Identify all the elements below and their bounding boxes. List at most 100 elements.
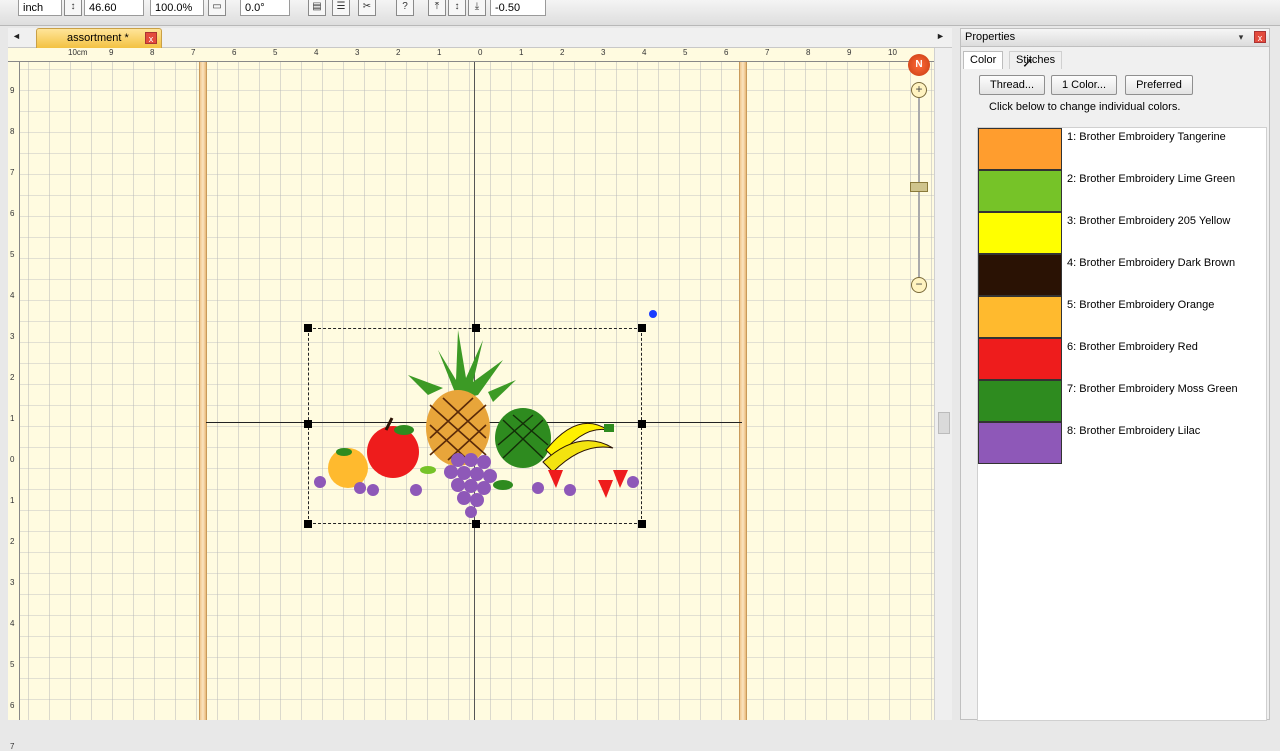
resize-handle-t[interactable] [472, 324, 480, 332]
ruler-tick-label: 8 [806, 48, 811, 57]
scrollbar-thumb[interactable] [938, 412, 950, 434]
zoom-field[interactable]: 100.0% [150, 0, 204, 16]
resize-handle-b[interactable] [472, 520, 480, 528]
ruler-tick-label: 3 [10, 332, 15, 341]
color-hint-text: Click below to change individual colors. [989, 101, 1181, 113]
tab-scroll-left-icon[interactable]: ◄ [12, 31, 21, 41]
ruler-tick-label: 9 [10, 86, 15, 95]
tab-color[interactable]: Color [963, 51, 1004, 69]
zoom-slider-thumb[interactable] [910, 182, 928, 192]
resize-handle-bl[interactable] [304, 520, 312, 528]
color-label: 7: Brother Embroidery Moss Green [1067, 383, 1238, 395]
color-row[interactable]: 4: Brother Embroidery Dark Brown [978, 254, 1258, 296]
ruler-tick-label: 6 [724, 48, 729, 57]
ruler-tick-label: 1 [519, 48, 524, 57]
toolbar: inch ↕ 46.60 100.0% ▭ 0.0° ▤ ☰ ✂ ? ⤒ ↕ ⤓… [0, 0, 1280, 26]
properties-title: Properties [965, 31, 1016, 43]
color-row[interactable]: 3: Brother Embroidery 205 Yellow [978, 212, 1258, 254]
color-swatch[interactable] [978, 128, 1062, 170]
resize-handle-r[interactable] [638, 420, 646, 428]
link-icon[interactable]: ↕ [64, 0, 82, 16]
align-list-icon[interactable]: ☰ [332, 0, 350, 16]
color-list: 1: Brother Embroidery Tangerine 2: Brothe… [977, 127, 1267, 721]
color-label: 8: Brother Embroidery Lilac [1067, 425, 1201, 437]
mouse-cursor-icon: ➚ [1022, 54, 1034, 70]
color-label: 2: Brother Embroidery Lime Green [1067, 173, 1236, 185]
color-row[interactable]: 5: Brother Embroidery Orange [978, 296, 1258, 338]
color-swatch[interactable] [978, 296, 1062, 338]
width-field[interactable]: 46.60 [84, 0, 144, 16]
selection-frame[interactable] [308, 328, 642, 524]
ruler-tick-label: 5 [10, 660, 15, 669]
color-swatch[interactable] [978, 170, 1062, 212]
ruler-tick-label: 9 [847, 48, 852, 57]
ruler-tick-label: 6 [10, 209, 15, 218]
thread-button[interactable]: Thread... [979, 75, 1045, 95]
ruler-tick-label: 1 [10, 496, 15, 505]
color-swatch[interactable] [978, 254, 1062, 296]
stitch-icon[interactable]: ✂ [358, 0, 376, 16]
ruler-tick-label: 3 [355, 48, 360, 57]
close-icon[interactable]: x [145, 32, 157, 44]
north-compass-icon[interactable]: N [908, 54, 930, 76]
color-row[interactable]: 8: Brother Embroidery Lilac [978, 422, 1258, 464]
align-top-icon[interactable]: ⤒ [428, 0, 446, 16]
layout-icon[interactable]: ▤ [308, 0, 326, 16]
close-icon[interactable]: x [1254, 31, 1266, 43]
ruler-tick-label: 4 [642, 48, 647, 57]
offset-field[interactable]: -0.50 [490, 0, 546, 16]
tab-stitches[interactable]: Stitches [1009, 51, 1063, 69]
ruler-tick-label: 7 [765, 48, 770, 57]
preferred-button[interactable]: Preferred [1125, 75, 1193, 95]
align-middle-icon[interactable]: ↕ [448, 0, 466, 16]
ruler-tick-label: 5 [683, 48, 688, 57]
color-swatch[interactable] [978, 212, 1062, 254]
properties-panel: Properties ▾ x Color Stitches Thread... … [960, 28, 1270, 721]
ruler-tick-label: 3 [601, 48, 606, 57]
one-color-button[interactable]: 1 Color... [1051, 75, 1117, 95]
color-row[interactable]: 1: Brother Embroidery Tangerine [978, 128, 1258, 170]
ruler-tick-label: 3 [10, 578, 15, 587]
align-bottom-icon[interactable]: ⤓ [468, 0, 486, 16]
color-row[interactable]: 7: Brother Embroidery Moss Green [978, 380, 1258, 422]
ruler-left: 9 8 7 6 5 4 3 2 1 0 1 2 3 4 5 6 7 [8, 62, 20, 751]
resize-handle-br[interactable] [638, 520, 646, 528]
ruler-tick-label: 8 [10, 127, 15, 136]
ruler-tick-label: 5 [273, 48, 278, 57]
zoom-slider-track[interactable] [918, 98, 920, 288]
color-row[interactable]: 2: Brother Embroidery Lime Green [978, 170, 1258, 212]
ruler-tick-label: 2 [10, 537, 15, 546]
color-swatch[interactable] [978, 338, 1062, 380]
zoom-in-icon[interactable]: + [911, 82, 927, 98]
resize-handle-tl[interactable] [304, 324, 312, 332]
unit-select[interactable]: inch [18, 0, 62, 16]
rotation-field[interactable]: 0.0° [240, 0, 290, 16]
resize-handle-l[interactable] [304, 420, 312, 428]
tab-assortment[interactable]: assortment * x [36, 28, 162, 48]
ruler-tick-label: 2 [396, 48, 401, 57]
ruler-top: 10cm 9 8 7 6 5 4 3 2 1 0 1 2 3 4 5 6 7 8 9 10 [8, 48, 934, 62]
resize-handle-tr[interactable] [638, 324, 646, 332]
ruler-tick-label: 10 [888, 48, 897, 57]
color-swatch[interactable] [978, 380, 1062, 422]
scale-icon[interactable]: ▭ [208, 0, 226, 16]
canvas-scrollbar[interactable] [934, 48, 952, 720]
color-swatch[interactable] [978, 422, 1062, 464]
pin-icon[interactable]: ▾ [1235, 31, 1247, 43]
tab-scroll-right-icon[interactable]: ► [936, 31, 945, 41]
hoop-left-bar [199, 48, 207, 720]
document-tab-title: assortment * [67, 32, 129, 44]
color-label: 6: Brother Embroidery Red [1067, 341, 1198, 353]
document-tab-row: ◄ assortment * x ► [8, 28, 952, 48]
color-row[interactable]: 6: Brother Embroidery Red [978, 338, 1258, 380]
help-icon[interactable]: ? [396, 0, 414, 16]
color-label: 1: Brother Embroidery Tangerine [1067, 131, 1226, 143]
color-label: 4: Brother Embroidery Dark Brown [1067, 257, 1236, 269]
ruler-tick-label: 7 [10, 168, 15, 177]
ruler-tick-label: 1 [10, 414, 15, 423]
ruler-tick-label: 4 [10, 291, 15, 300]
rotate-handle[interactable] [649, 310, 657, 318]
zoom-out-icon[interactable]: − [911, 277, 927, 293]
ruler-tick-label: 2 [10, 373, 15, 382]
ruler-tick-label: 10cm [68, 48, 88, 57]
